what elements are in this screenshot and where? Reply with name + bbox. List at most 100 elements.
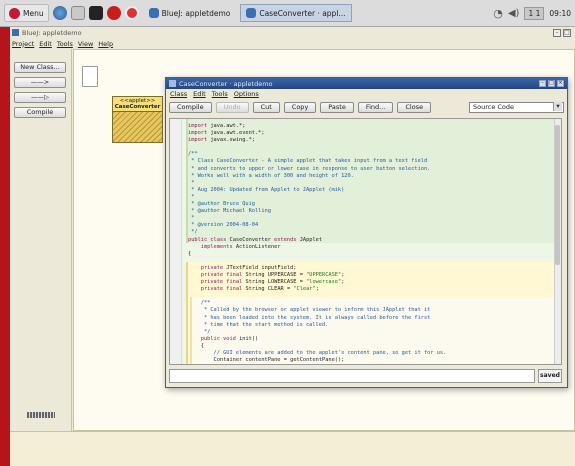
- code-line: */: [188, 229, 198, 236]
- editor-title-icon: [169, 80, 176, 87]
- menu-edit-editor[interactable]: Edit: [193, 90, 206, 98]
- menu-help[interactable]: Help: [98, 40, 113, 48]
- code-scrollbar[interactable]: [554, 119, 561, 364]
- bluej-title: BlueJ: appletdemo: [22, 28, 82, 37]
- menu-project[interactable]: Project: [12, 40, 34, 48]
- copy-button[interactable]: Copy: [283, 102, 317, 113]
- menu-tools[interactable]: Tools: [57, 40, 73, 48]
- uses-arrow-button[interactable]: ——>: [14, 77, 66, 88]
- menu-tools-editor[interactable]: Tools: [212, 90, 228, 98]
- menu-label: Menu: [23, 8, 44, 18]
- code-line: // GUI elements are added to the applet'…: [188, 350, 447, 356]
- code-line: *: [188, 179, 195, 186]
- bluej-icon: [148, 8, 159, 18]
- readme-icon[interactable]: [82, 66, 98, 87]
- browser-icon[interactable]: [52, 6, 67, 20]
- editor-compile-button[interactable]: Compile: [169, 102, 212, 113]
- code-line: * Works well with a width of 300 and hei…: [188, 172, 354, 179]
- code-line: {: [200, 342, 204, 349]
- class-name: CaseConverter: [114, 104, 161, 110]
- editor-window: CaseConverter · appletdemo – □ × Class E…: [165, 77, 568, 388]
- code-line: * time that the start method is called.: [188, 321, 329, 328]
- menu-edit[interactable]: Edit: [39, 40, 52, 48]
- task-caseconverter-label: CaseConverter · appl...: [259, 8, 346, 18]
- code-line: * Called by the browser or applet viewer…: [188, 307, 431, 314]
- menu-options[interactable]: Options: [234, 90, 259, 98]
- terminal-icon[interactable]: [88, 6, 103, 20]
- task-bluej-label: BlueJ: appletdemo: [161, 8, 231, 18]
- code-line: * Class CaseConverter - A simple applet …: [188, 158, 428, 165]
- menu-button[interactable]: Menu: [4, 4, 49, 22]
- message-area: [169, 369, 535, 383]
- cut-button[interactable]: Cut: [252, 102, 280, 113]
- code-line: private final String CLEAR = "Clear";: [200, 286, 319, 293]
- editor-titlebar[interactable]: CaseConverter · appletdemo – □ ×: [166, 78, 567, 89]
- battery-indicator[interactable]: 1 1: [524, 6, 545, 20]
- bluej-tool-panel: New Class... ——> ——▷ Compile: [10, 49, 72, 452]
- minimize-icon[interactable]: –: [553, 28, 561, 37]
- editor-menubar: Class Edit Tools Options: [166, 89, 567, 99]
- code-line: import java.awt.event.*;: [188, 130, 265, 137]
- code-line: implements ActionListener: [200, 243, 281, 250]
- code-line: Container contentPane = getContentPane()…: [213, 357, 345, 364]
- editor-minimize-icon[interactable]: –: [539, 80, 546, 87]
- editor-toolbar: Compile Undo Cut Copy Paste Find... Clos…: [166, 99, 567, 116]
- view-mode-select[interactable]: Source Code: [469, 102, 564, 113]
- compile-button[interactable]: Compile: [14, 107, 66, 118]
- paste-button[interactable]: Paste: [320, 102, 354, 113]
- source-code: import java.awt.*; import java.awt.event.…: [188, 123, 447, 365]
- maximize-icon[interactable]: □: [563, 28, 571, 37]
- code-line: {: [188, 250, 192, 257]
- taskbar: Menu BlueJ: appletdemo CaseConverter · a…: [0, 0, 575, 27]
- code-line: * @version 2004-08-04: [188, 222, 259, 229]
- code-line: *: [188, 215, 195, 222]
- code-line: import java.awt.*;: [188, 123, 246, 129]
- volume-icon[interactable]: ◀): [508, 8, 520, 19]
- bluej-titlebar: BlueJ: appletdemo – □: [10, 27, 575, 38]
- code-line: /**: [188, 151, 198, 158]
- code-line: */: [188, 328, 211, 335]
- code-line: * Aug 2004: Updated from Applet to JAppl…: [188, 186, 345, 193]
- bluej-editor-icon: [246, 8, 257, 18]
- code-editor[interactable]: import java.awt.*; import java.awt.event.…: [169, 118, 562, 365]
- mathematica-icon[interactable]: [106, 6, 121, 20]
- code-line: private final String LOWERCASE = "lowerc…: [200, 279, 345, 286]
- line-gutter[interactable]: [170, 119, 182, 364]
- file-manager-icon[interactable]: [70, 6, 85, 20]
- code-line: *: [188, 193, 195, 200]
- wolfram-icon[interactable]: [124, 6, 139, 20]
- bluej-menubar: Project Edit Tools View Help: [10, 38, 575, 49]
- undo-button[interactable]: Undo: [215, 102, 249, 113]
- editor-status-bar: saved: [169, 369, 562, 383]
- menu-class[interactable]: Class: [170, 90, 187, 98]
- inherits-arrow-button[interactable]: ——▷: [14, 92, 66, 103]
- code-line: private final String UPPERCASE = "UPPERC…: [200, 271, 345, 278]
- editor-close-icon[interactable]: ×: [557, 80, 564, 87]
- wifi-icon[interactable]: ◔: [493, 7, 503, 20]
- close-button[interactable]: Close: [397, 102, 432, 113]
- menu-view[interactable]: View: [78, 40, 93, 48]
- class-card-caseconverter[interactable]: <<applet>> CaseConverter: [112, 96, 163, 143]
- find-button[interactable]: Find...: [357, 102, 394, 113]
- vm-activity-icon[interactable]: [27, 412, 55, 418]
- class-card-header: <<applet>> CaseConverter: [113, 97, 162, 112]
- saved-status[interactable]: saved: [538, 369, 562, 383]
- clock[interactable]: 09:10: [549, 9, 571, 18]
- bluej-status-area: [10, 431, 575, 466]
- code-line: /**: [188, 300, 211, 307]
- code-line: import javax.swing.*;: [188, 137, 255, 144]
- code-line: * has been loaded into the system. It is…: [188, 314, 431, 321]
- editor-maximize-icon[interactable]: □: [548, 80, 555, 87]
- task-caseconverter[interactable]: CaseConverter · appl...: [240, 4, 352, 22]
- code-line: * and converts to upper or lower case in…: [188, 165, 431, 172]
- code-scroll-thumb[interactable]: [555, 125, 560, 265]
- new-class-button[interactable]: New Class...: [14, 62, 66, 73]
- code-line: * @author Michael Kolling: [188, 208, 271, 215]
- code-line: public void init(): [200, 335, 259, 342]
- code-line: * @author Bruce Quig: [188, 201, 255, 208]
- task-bluej[interactable]: BlueJ: appletdemo: [143, 4, 237, 22]
- raspberry-icon: [9, 7, 20, 19]
